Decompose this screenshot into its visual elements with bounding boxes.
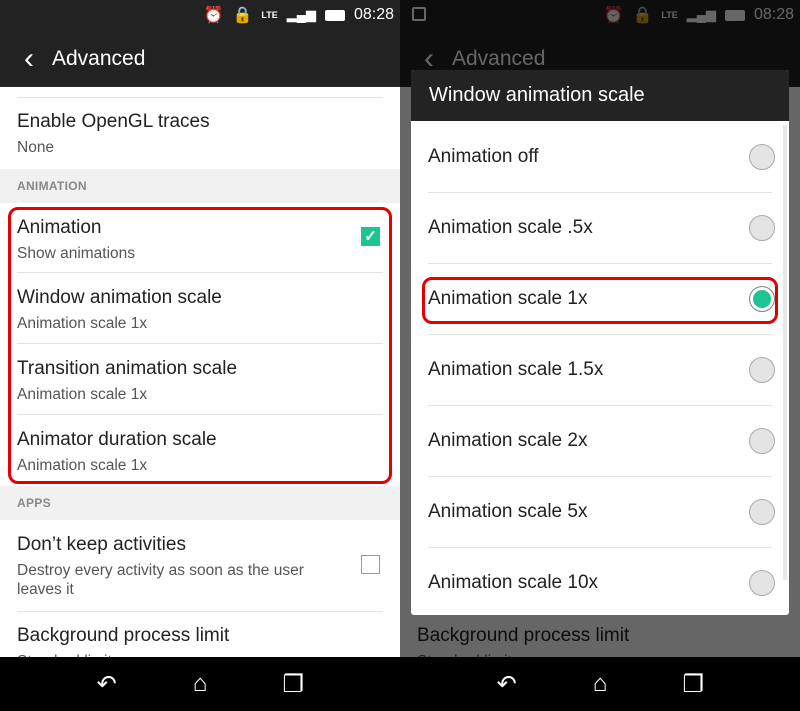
- signal-icon: ▂▄▆: [686, 7, 716, 22]
- lock-icon: 🔒: [232, 7, 253, 24]
- option-label: Animation off: [428, 145, 539, 167]
- dialog-option[interactable]: Animation scale 10x: [428, 547, 775, 615]
- chevron-left-icon[interactable]: ‹: [400, 43, 450, 74]
- dialog-option[interactable]: Animation scale 5x: [428, 476, 775, 547]
- radio-unselected-icon[interactable]: [749, 427, 775, 454]
- radio-unselected-icon[interactable]: [749, 356, 775, 383]
- back-icon[interactable]: ↶: [487, 670, 527, 699]
- setting-subtitle: Show animations: [17, 245, 136, 262]
- battery-icon: [324, 9, 345, 21]
- section-header-animation: ANIMATION: [0, 169, 400, 203]
- lte-icon: LTE: [661, 10, 678, 20]
- radio-unselected-icon[interactable]: [749, 569, 775, 596]
- lock-icon: 🔒: [632, 7, 653, 24]
- option-label: Animation scale 1x: [428, 287, 588, 309]
- divider: [17, 272, 383, 273]
- option-label: Animation scale .5x: [428, 216, 593, 238]
- setting-animation[interactable]: Animation Show animations: [17, 217, 383, 263]
- dialog-option[interactable]: Animation off: [428, 121, 775, 192]
- status-bar: ⏰ 🔒 LTE ▂▄▆ 08:28: [400, 0, 800, 30]
- radio-unselected-icon[interactable]: [749, 143, 775, 170]
- setting-animator-duration-scale[interactable]: Animator duration scale Animation scale …: [17, 429, 383, 475]
- battery-icon: [724, 9, 745, 21]
- setting-title: Don’t keep activities: [17, 534, 186, 555]
- divider: [17, 414, 383, 415]
- setting-value: None: [17, 139, 55, 156]
- setting-value: Animation scale 1x: [17, 386, 148, 403]
- setting-title: Enable OpenGL traces: [17, 111, 210, 132]
- dialog-option[interactable]: Animation scale 1x: [428, 263, 775, 334]
- scrollbar[interactable]: [783, 125, 787, 580]
- alarm-icon: ⏰: [203, 7, 224, 24]
- setting-title: Window animation scale: [17, 287, 222, 308]
- setting-title: Animation: [17, 217, 102, 238]
- recents-icon[interactable]: ❐: [673, 670, 713, 699]
- option-label: Animation scale 10x: [428, 571, 599, 593]
- clock: 08:28: [753, 6, 794, 23]
- settings-list: Enable OpenGL traces None ANIMATION Anim…: [0, 87, 400, 670]
- nav-bar: ↶ ⌂ ❐: [0, 657, 400, 711]
- app-bar: ‹ Advanced: [0, 30, 400, 87]
- dialog-option[interactable]: Animation scale 1.5x: [428, 334, 775, 405]
- animation-checkbox[interactable]: ✓: [361, 227, 380, 246]
- setting-window-animation-scale[interactable]: Window animation scale Animation scale 1…: [17, 287, 383, 333]
- home-icon[interactable]: ⌂: [180, 670, 220, 698]
- clock: 08:28: [353, 6, 394, 23]
- recents-icon[interactable]: ❐: [273, 670, 313, 699]
- dialog-option[interactable]: Animation scale .5x: [428, 192, 775, 263]
- radio-selected-icon[interactable]: [749, 285, 775, 312]
- window-animation-scale-dialog: Window animation scale Animation off Anim…: [411, 70, 789, 615]
- divider: [17, 611, 383, 612]
- home-icon[interactable]: ⌂: [580, 670, 620, 698]
- page-title: Advanced: [52, 46, 146, 70]
- signal-icon: ▂▄▆: [286, 7, 316, 22]
- setting-subtitle: Destroy every activity as soon as the us…: [17, 562, 304, 598]
- page-title: Advanced: [452, 46, 546, 70]
- dialog-screen: ⏰ 🔒 LTE ▂▄▆ 08:28 ‹ Advanced Background …: [400, 0, 800, 711]
- dialog-option[interactable]: Animation scale 2x: [428, 405, 775, 476]
- setting-title: Transition animation scale: [17, 358, 238, 379]
- screen-mirror-icon: [412, 7, 426, 21]
- alarm-icon: ⏰: [603, 7, 624, 24]
- setting-value: Animation scale 1x: [17, 457, 148, 474]
- setting-dont-keep-activities[interactable]: Don’t keep activities Destroy every acti…: [17, 534, 340, 599]
- settings-screen: ⏰ 🔒 LTE ▂▄▆ 08:28 ‹ Advanced Enable Open…: [0, 0, 400, 711]
- setting-opengl-traces[interactable]: Enable OpenGL traces None: [17, 111, 383, 157]
- setting-title: Animator duration scale: [17, 429, 217, 450]
- setting-title: Background process limit: [417, 625, 630, 646]
- status-bar: ⏰ 🔒 LTE ▂▄▆ 08:28: [0, 0, 400, 30]
- section-header-apps: APPS: [0, 486, 400, 520]
- radio-unselected-icon[interactable]: [749, 498, 775, 525]
- setting-transition-animation-scale[interactable]: Transition animation scale Animation sca…: [17, 358, 383, 404]
- nav-bar: ↶ ⌂ ❐: [400, 657, 800, 711]
- setting-value: Animation scale 1x: [17, 315, 148, 332]
- option-label: Animation scale 1.5x: [428, 358, 604, 380]
- back-icon[interactable]: ↶: [87, 670, 127, 699]
- option-label: Animation scale 5x: [428, 500, 588, 522]
- setting-title: Background process limit: [17, 625, 230, 646]
- chevron-left-icon[interactable]: ‹: [0, 43, 50, 74]
- dialog-title: Window animation scale: [411, 70, 789, 121]
- option-label: Animation scale 2x: [428, 429, 588, 451]
- divider: [17, 97, 383, 98]
- divider: [17, 343, 383, 344]
- lte-icon: LTE: [261, 10, 278, 20]
- radio-unselected-icon[interactable]: [749, 214, 775, 241]
- dont-keep-activities-checkbox[interactable]: [361, 555, 380, 574]
